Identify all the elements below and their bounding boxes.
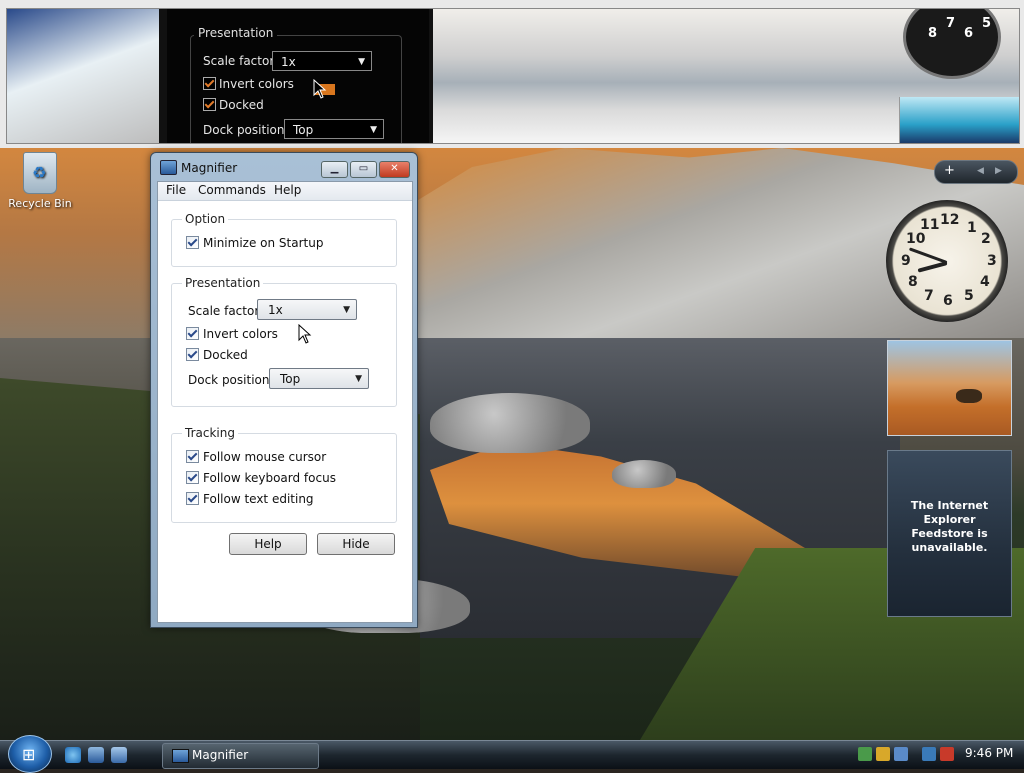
checkbox-checked-icon: [186, 492, 199, 505]
invert-colors-checkbox[interactable]: Invert colors: [186, 327, 278, 341]
follow-keyboard-focus-checkbox[interactable]: Follow keyboard focus: [186, 471, 336, 485]
magnified-checkbox: [203, 77, 216, 90]
wallpaper-rock: [430, 393, 590, 453]
dock-position-select[interactable]: Top ▼: [269, 368, 369, 389]
connection-icon[interactable]: [922, 747, 936, 761]
follow-text-editing-checkbox[interactable]: Follow text editing: [186, 492, 314, 506]
checkbox-checked-icon: [186, 236, 199, 249]
follow-keyboard-focus-label: Follow keyboard focus: [203, 471, 336, 485]
volume-muted-icon[interactable]: [940, 747, 954, 761]
close-button[interactable]: ✕: [379, 161, 410, 178]
magnified-image: Presentation Scale factor: 1x ▼ Invert co…: [6, 8, 1020, 144]
previous-page-icon[interactable]: ◀: [977, 166, 984, 176]
feed-unavailable-message: The Internet Explorer Feedstore is unava…: [910, 499, 989, 554]
title-bar[interactable]: Magnifier ▁ ▭ ✕: [151, 153, 417, 181]
option-group-title: Option: [182, 212, 229, 226]
magnified-checkbox: [203, 98, 216, 111]
magnified-dock-label: Dock position:: [203, 123, 289, 137]
tracking-group-title: Tracking: [182, 426, 238, 440]
magnifier-app-icon: [160, 160, 177, 175]
mouse-cursor-icon: [298, 324, 312, 344]
clock-gadget[interactable]: 12 1 2 3 4 5 6 7 8 9 10 11: [886, 200, 1008, 322]
taskbar-clock[interactable]: 9:46 PM: [965, 746, 1013, 760]
magnified-slideshow-gadget: [899, 97, 1019, 143]
windows-update-icon[interactable]: [894, 747, 908, 761]
follow-mouse-cursor-checkbox[interactable]: Follow mouse cursor: [186, 450, 326, 464]
recycle-bin-icon: [23, 152, 57, 194]
magnified-wallpaper-left: [7, 9, 159, 143]
magnified-scale-label: Scale factor:: [203, 54, 279, 68]
checkbox-checked-icon: [186, 327, 199, 340]
menu-bar: File Commands Help: [158, 182, 412, 201]
start-button[interactable]: ⊞: [8, 735, 52, 773]
network-icon[interactable]: [858, 747, 872, 761]
checkbox-checked-icon: [186, 450, 199, 463]
magnified-invert-row: Invert colors: [203, 77, 294, 91]
magnifier-app-icon: [172, 749, 189, 763]
docked-checkbox[interactable]: Docked: [186, 348, 248, 362]
recycle-bin-shortcut[interactable]: Recycle Bin: [8, 152, 72, 210]
checkbox-checked-icon: [186, 348, 199, 361]
wallpaper-rock: [612, 460, 676, 488]
dock-position-label: Dock position:: [188, 373, 274, 387]
switch-windows-icon[interactable]: [111, 747, 127, 763]
menu-file[interactable]: File: [163, 183, 189, 197]
magnified-scale-select: 1x ▼: [272, 51, 372, 71]
magnified-group-title: Presentation: [194, 26, 278, 40]
invert-colors-label: Invert colors: [203, 327, 278, 341]
maximize-button[interactable]: ▭: [350, 161, 377, 178]
minimize-button[interactable]: ▁: [321, 161, 348, 178]
next-page-icon[interactable]: ▶: [995, 166, 1002, 176]
taskbar-magnifier-button[interactable]: Magnifier: [162, 743, 319, 769]
security-shield-icon[interactable]: [876, 747, 890, 761]
windows-logo-icon: ⊞: [22, 745, 36, 764]
minimize-on-startup-checkbox[interactable]: Minimize on Startup: [186, 236, 323, 250]
scale-factor-label: Scale factor:: [188, 304, 264, 318]
magnified-dock-select: Top ▼: [284, 119, 384, 139]
docked-label: Docked: [203, 348, 248, 362]
internet-explorer-icon[interactable]: [65, 747, 81, 763]
magnifier-window[interactable]: Magnifier ▁ ▭ ✕ File Commands Help Optio…: [150, 152, 418, 628]
minimize-on-startup-label: Minimize on Startup: [203, 236, 324, 250]
oryx-silhouette: [956, 389, 982, 403]
window-title: Magnifier: [181, 161, 238, 175]
chevron-down-icon: ▼: [343, 305, 350, 315]
slideshow-gadget[interactable]: [887, 340, 1012, 436]
magnified-cursor-icon: [313, 79, 327, 99]
follow-text-editing-label: Follow text editing: [203, 492, 314, 506]
magnifier-view-pane: Presentation Scale factor: 1x ▼ Invert co…: [0, 0, 1024, 149]
clock-minute-hand: [917, 261, 948, 273]
dialog-body: File Commands Help Option Minimize on St…: [157, 181, 413, 623]
help-button[interactable]: Help: [229, 533, 307, 555]
menu-help[interactable]: Help: [271, 183, 304, 197]
follow-mouse-cursor-label: Follow mouse cursor: [203, 450, 327, 464]
scale-factor-select[interactable]: 1x ▼: [257, 299, 357, 320]
taskbar: ⊞ Magnifier 9:46 PM: [0, 735, 1024, 773]
menu-commands[interactable]: Commands: [195, 183, 269, 197]
sidebar-controls: + ◀ ▶: [934, 160, 1018, 184]
add-gadget-icon[interactable]: +: [944, 163, 955, 178]
presentation-group-title: Presentation: [182, 276, 264, 290]
hide-button[interactable]: Hide: [317, 533, 395, 555]
taskbar-magnifier-label: Magnifier: [192, 748, 249, 762]
checkbox-checked-icon: [186, 471, 199, 484]
show-desktop-icon[interactable]: [88, 747, 104, 763]
feed-headlines-gadget[interactable]: The Internet Explorer Feedstore is unava…: [887, 450, 1012, 617]
recycle-bin-label: Recycle Bin: [8, 197, 72, 210]
magnified-dialog: Presentation Scale factor: 1x ▼ Invert co…: [167, 9, 429, 143]
magnified-docked-row: Docked: [203, 98, 264, 112]
chevron-down-icon: ▼: [355, 374, 362, 384]
